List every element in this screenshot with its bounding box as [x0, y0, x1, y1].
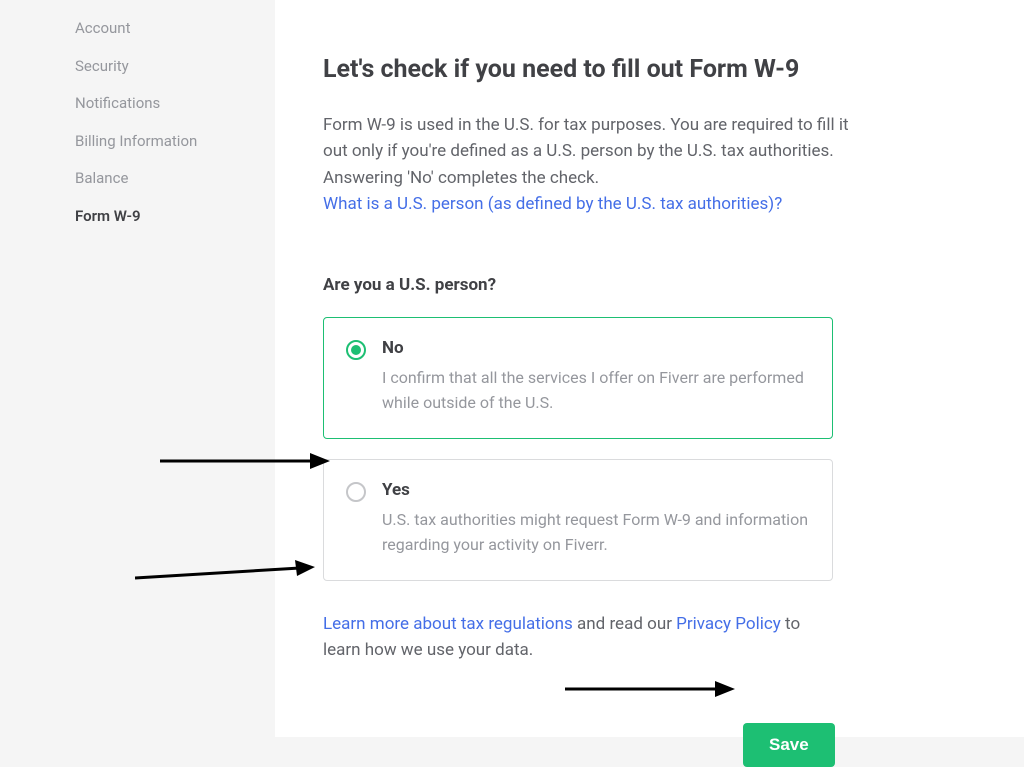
sidebar-item-balance[interactable]: Balance	[0, 160, 275, 198]
form-description: Form W-9 is used in the U.S. for tax pur…	[323, 112, 853, 217]
option-yes[interactable]: Yes U.S. tax authorities might request F…	[323, 459, 833, 581]
sidebar-item-form-w9[interactable]: Form W-9	[0, 198, 275, 236]
option-content: Yes U.S. tax authorities might request F…	[382, 480, 810, 558]
option-yes-label: Yes	[382, 480, 810, 500]
sidebar-item-notifications[interactable]: Notifications	[0, 85, 275, 123]
main-content: Let's check if you need to fill out Form…	[275, 0, 1024, 737]
option-yes-desc: U.S. tax authorities might request Form …	[382, 508, 810, 558]
save-button[interactable]: Save	[743, 723, 835, 767]
settings-sidebar: Account Security Notifications Billing I…	[0, 0, 275, 737]
option-no[interactable]: No I confirm that all the services I off…	[323, 317, 833, 439]
radio-icon	[346, 482, 366, 502]
us-person-question: Are you a U.S. person?	[323, 275, 976, 295]
sidebar-item-security[interactable]: Security	[0, 48, 275, 86]
option-no-label: No	[382, 338, 810, 358]
tax-regulations-link[interactable]: Learn more about tax regulations	[323, 614, 573, 634]
radio-icon	[346, 340, 366, 360]
radio-group: No I confirm that all the services I off…	[323, 317, 833, 580]
privacy-policy-link[interactable]: Privacy Policy	[676, 614, 781, 634]
annotation-arrow-icon	[565, 678, 735, 700]
option-content: No I confirm that all the services I off…	[382, 338, 810, 416]
us-person-definition-link[interactable]: What is a U.S. person (as defined by the…	[323, 194, 782, 214]
sidebar-item-billing[interactable]: Billing Information	[0, 123, 275, 161]
footer-mid: and read our	[573, 614, 676, 634]
description-text: Form W-9 is used in the U.S. for tax pur…	[323, 115, 849, 188]
sidebar-item-account[interactable]: Account	[0, 10, 275, 48]
option-no-desc: I confirm that all the services I offer …	[382, 366, 810, 416]
footer-text: Learn more about tax regulations and rea…	[323, 611, 833, 664]
page-title: Let's check if you need to fill out Form…	[323, 55, 976, 84]
